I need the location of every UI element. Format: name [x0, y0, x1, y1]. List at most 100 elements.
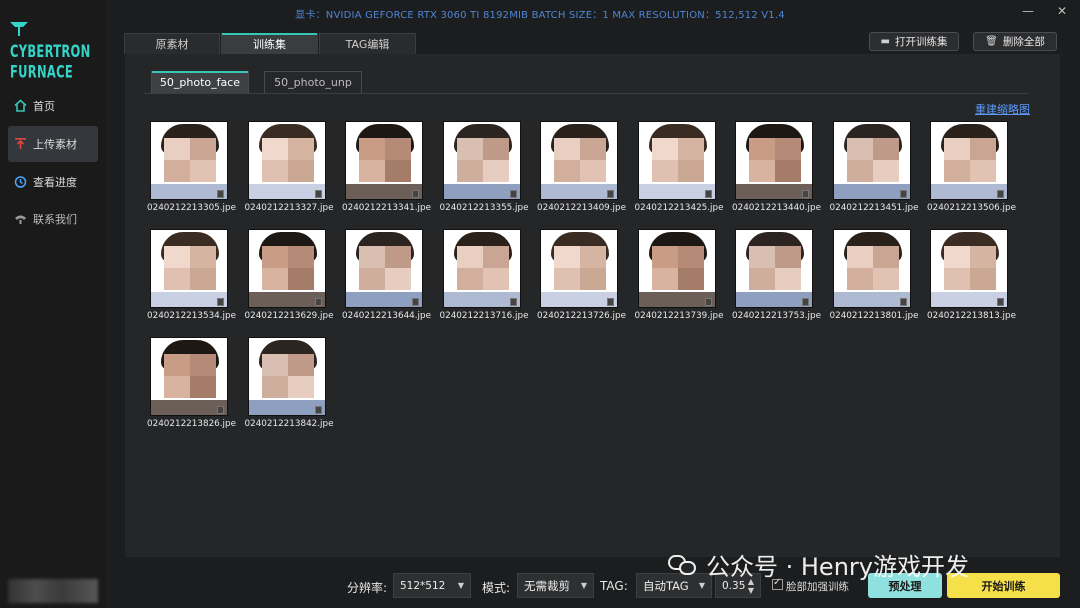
image-card[interactable]: 0240212213629.jpe [245, 227, 334, 327]
image-card[interactable]: 0240212213451.jpe [830, 119, 919, 219]
tab-tag-editor[interactable]: TAG编辑 [319, 33, 416, 54]
thumbnail-image[interactable] [930, 121, 1008, 200]
mode-select[interactable]: 无需裁剪 ▼ [517, 573, 594, 598]
tab-training-set[interactable]: 训练集 [221, 33, 318, 54]
image-filename: 0240212213629.jpe [244, 311, 334, 321]
sidebar-item-label: 查看进度 [33, 176, 77, 189]
delete-image-icon[interactable] [704, 190, 712, 198]
delete-image-icon[interactable] [997, 190, 1004, 198]
delete-image-icon[interactable] [802, 298, 809, 306]
delete-image-icon[interactable] [217, 190, 224, 198]
minimize-button[interactable]: — [1018, 2, 1038, 20]
open-training-set-label: 打开训练集 [894, 36, 948, 48]
image-card[interactable]: 0240212213644.jpe [342, 227, 431, 327]
image-card[interactable]: 0240212213355.jpe [440, 119, 529, 219]
image-card[interactable]: 0240212213801.jpe [830, 227, 919, 327]
delete-image-icon[interactable] [217, 298, 224, 306]
delete-all-button[interactable]: 🗑 删除全部 [973, 32, 1057, 51]
delete-image-icon[interactable] [509, 298, 517, 306]
watermark: 公众号 · Henry游戏开发 [668, 547, 969, 582]
resolution-select[interactable]: 512*512 ▼ [393, 573, 471, 598]
tag-label: TAG: [600, 579, 628, 593]
delete-image-icon[interactable] [607, 190, 614, 198]
image-filename: 0240212213813.jpe [927, 311, 1016, 321]
thumbnail-image[interactable] [150, 121, 228, 200]
delete-image-icon[interactable] [704, 298, 712, 306]
thumbnail-image[interactable] [832, 229, 911, 308]
wechat-icon [668, 553, 698, 577]
rebuild-thumbnails-link[interactable]: 重建缩略图 [975, 101, 1030, 117]
close-button[interactable]: ✕ [1052, 2, 1072, 20]
image-filename: 0240212213409.jpe [537, 203, 626, 213]
delete-image-icon[interactable] [607, 298, 614, 306]
thumbnail-image[interactable] [247, 337, 326, 416]
home-icon [13, 99, 27, 113]
thumbnail-image[interactable] [442, 229, 521, 308]
window-title: 显卡：NVIDIA GEFORCE RTX 3060 TI 8192MIB BA… [295, 10, 785, 21]
delete-image-icon[interactable] [314, 298, 322, 306]
image-filename: 0240212213451.jpe [829, 203, 919, 213]
image-card[interactable]: 0240212213716.jpe [440, 227, 529, 327]
thumbnail-image[interactable] [930, 229, 1008, 308]
image-card[interactable]: 0240212213327.jpe [245, 119, 334, 219]
delete-image-icon[interactable] [217, 406, 224, 414]
sidebar-item-progress[interactable]: 查看进度 [8, 164, 98, 200]
image-card[interactable]: 0240212213826.jpe [147, 335, 236, 435]
thumbnail-image[interactable] [735, 121, 813, 200]
thumbnail-image[interactable] [150, 229, 228, 308]
thumbnail-image[interactable] [637, 229, 716, 308]
open-training-set-button[interactable]: ▬ 打开训练集 [869, 32, 959, 51]
thumbnail-image[interactable] [540, 229, 618, 308]
image-card[interactable]: 0240212213753.jpe [732, 227, 821, 327]
delete-image-icon[interactable] [899, 190, 907, 198]
subtab-photo-face[interactable]: 50_photo_face [151, 71, 249, 93]
delete-image-icon[interactable] [314, 190, 322, 198]
thumbnail-image[interactable] [832, 121, 911, 200]
user-avatar-blurred[interactable] [8, 579, 98, 603]
delete-image-icon[interactable] [509, 190, 517, 198]
image-card[interactable]: 0240212213440.jpe [732, 119, 821, 219]
sidebar-item-home[interactable]: 首页 [8, 88, 98, 124]
thumbnail-image[interactable] [735, 229, 813, 308]
image-card[interactable]: 0240212213341.jpe [342, 119, 431, 219]
delete-image-icon[interactable] [802, 190, 809, 198]
delete-image-icon[interactable] [899, 298, 907, 306]
image-filename: 0240212213842.jpe [244, 419, 334, 429]
image-card[interactable]: 0240212213726.jpe [537, 227, 626, 327]
delete-image-icon[interactable] [412, 190, 419, 198]
image-card[interactable]: 0240212213739.jpe [635, 227, 724, 327]
thumbnail-image[interactable] [637, 121, 716, 200]
image-filename: 0240212213440.jpe [732, 203, 821, 213]
thumbnail-image[interactable] [442, 121, 521, 200]
thumbnail-image[interactable] [345, 121, 423, 200]
thumbnail-image[interactable] [247, 229, 326, 308]
image-filename: 0240212213753.jpe [732, 311, 821, 321]
image-card[interactable]: 0240212213305.jpe [147, 119, 236, 219]
image-card[interactable]: 0240212213842.jpe [245, 335, 334, 435]
thumbnail-image[interactable] [247, 121, 326, 200]
thumbnail-image[interactable] [540, 121, 618, 200]
logo-icon [10, 22, 28, 36]
sidebar-item-contact[interactable]: 联系我们 [8, 201, 98, 237]
image-card[interactable]: 0240212213506.jpe [927, 119, 1016, 219]
sidebar-item-upload[interactable]: 上传素材 [8, 126, 98, 162]
image-card[interactable]: 0240212213813.jpe [927, 227, 1016, 327]
image-filename: 0240212213341.jpe [342, 203, 431, 213]
sidebar-item-label: 上传素材 [33, 138, 77, 151]
sidebar-item-label: 联系我们 [33, 213, 77, 226]
image-card[interactable]: 0240212213409.jpe [537, 119, 626, 219]
image-filename: 0240212213826.jpe [147, 419, 236, 429]
delete-image-icon[interactable] [314, 406, 322, 414]
thumbnail-image[interactable] [150, 337, 228, 416]
image-filename: 0240212213534.jpe [147, 311, 236, 321]
tab-raw-material[interactable]: 原素材 [124, 33, 220, 54]
image-card[interactable]: 0240212213534.jpe [147, 227, 236, 327]
image-filename: 0240212213739.jpe [634, 311, 724, 321]
thumbnail-image[interactable] [345, 229, 423, 308]
delete-image-icon[interactable] [412, 298, 419, 306]
delete-image-icon[interactable] [997, 298, 1004, 306]
image-card[interactable]: 0240212213425.jpe [635, 119, 724, 219]
logo-text: CYBERTRON FURNACE [10, 41, 91, 82]
subtab-photo-unp[interactable]: 50_photo_unp [264, 71, 362, 93]
chevron-down-icon: ▼ [698, 581, 705, 590]
